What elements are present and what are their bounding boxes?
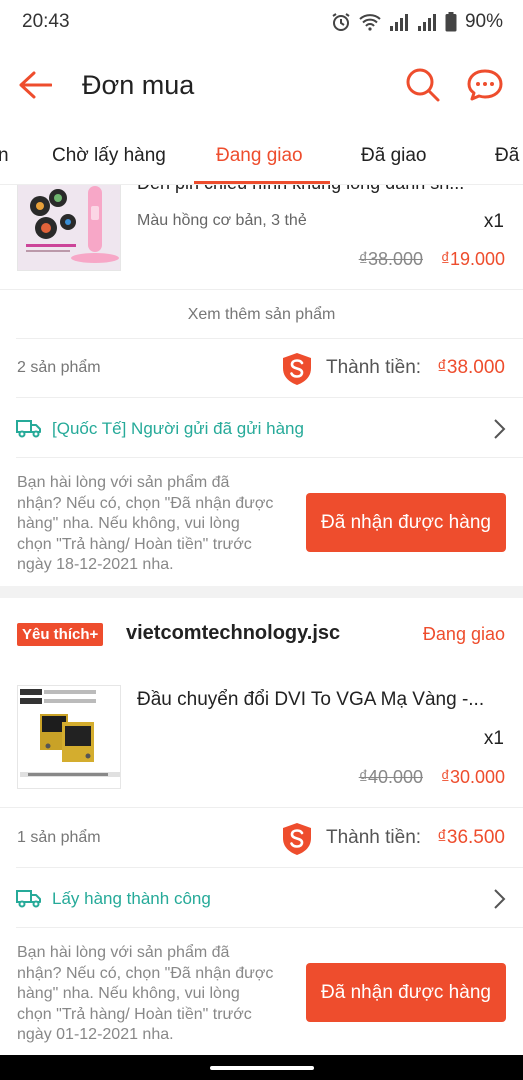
status-bar: 20:43 90% xyxy=(0,0,523,44)
divider xyxy=(0,807,523,808)
favorite-plus-badge: Yêu thích+ xyxy=(17,623,104,646)
search-icon[interactable] xyxy=(403,65,443,105)
sale-price: ₫19.000 xyxy=(440,249,505,269)
order-received-button[interactable]: Đã nhận được hàng xyxy=(306,963,506,1022)
original-price: ₫40.000 xyxy=(358,767,423,787)
tab-delivered[interactable]: Đã giao xyxy=(361,145,427,167)
shipping-status[interactable]: Lấy hàng thành công xyxy=(52,889,211,909)
total-value: ₫38.000 xyxy=(437,357,505,378)
product-count: 1 sản phẩm xyxy=(17,829,101,846)
total-label: Thành tiền: xyxy=(326,357,422,378)
order-received-button[interactable]: Đã nhận được hàng xyxy=(306,493,506,552)
shop-name[interactable]: vietcomtechnology.jsc xyxy=(126,622,340,645)
product-thumbnail[interactable] xyxy=(17,185,121,271)
chat-icon[interactable] xyxy=(465,65,505,105)
battery-level: 90% xyxy=(464,11,503,32)
product-variant: Màu hồng cơ bản, 3 thẻ xyxy=(137,212,307,229)
chevron-right-icon[interactable] xyxy=(492,888,506,910)
product-name: Đèn pin chiếu hình khủng long đánh sh... xyxy=(137,185,464,194)
shopee-guarantee-icon xyxy=(283,353,311,385)
order-list[interactable]: Đèn pin chiếu hình khủng long đánh sh...… xyxy=(0,185,523,1055)
status-time: 20:43 xyxy=(22,11,70,32)
divider xyxy=(16,457,523,458)
original-price: ₫38.000 xyxy=(358,249,423,269)
page-title: Đơn mua xyxy=(82,69,195,100)
more-products-link[interactable]: Xem thêm sản phẩm xyxy=(0,306,523,324)
receipt-note: Bạn hài lòng với sản phẩm đã nhận? Nếu c… xyxy=(17,474,274,573)
divider xyxy=(16,867,523,868)
total-label: Thành tiền: xyxy=(326,827,422,848)
alarm-icon xyxy=(332,13,350,31)
product-quantity: x1 xyxy=(483,211,504,232)
wifi-icon xyxy=(359,14,381,31)
tab-partial-left[interactable]: n xyxy=(0,145,9,167)
product-thumbnail[interactable] xyxy=(17,685,121,789)
shopee-guarantee-icon xyxy=(283,823,311,855)
app-header: Đơn mua xyxy=(0,44,523,126)
divider xyxy=(16,927,523,928)
order-separator xyxy=(0,586,523,598)
truck-icon xyxy=(16,890,41,908)
battery-icon xyxy=(445,12,457,32)
divider xyxy=(16,397,523,398)
tab-partial-right[interactable]: Đã xyxy=(495,145,519,167)
status-icons: 90% xyxy=(331,11,503,33)
order-status: Đang giao xyxy=(422,624,505,644)
signal-icon xyxy=(417,14,436,31)
tab-waiting-pickup[interactable]: Chờ lấy hàng xyxy=(52,145,166,167)
back-arrow-icon[interactable] xyxy=(18,65,58,105)
order-status-tabs: n Chờ lấy hàng Đang giao Đã giao Đã xyxy=(0,128,523,185)
product-name: Đầu chuyển đổi DVI To VGA Mạ Vàng -... xyxy=(137,689,485,710)
divider xyxy=(0,289,523,290)
system-navigation-bar xyxy=(0,1055,523,1080)
total-value: ₫36.500 xyxy=(437,827,505,848)
chevron-right-icon[interactable] xyxy=(492,418,506,440)
divider xyxy=(16,338,523,339)
receipt-note: Bạn hài lòng với sản phẩm đã nhận? Nếu c… xyxy=(17,944,274,1043)
sale-price: ₫30.000 xyxy=(440,767,505,787)
home-gesture-handle[interactable] xyxy=(210,1066,314,1070)
truck-icon xyxy=(16,420,41,438)
tab-shipping[interactable]: Đang giao xyxy=(216,145,303,167)
signal-icon xyxy=(389,14,408,31)
active-tab-indicator xyxy=(194,181,330,184)
shipping-status[interactable]: [Quốc Tế] Người gửi đã gửi hàng xyxy=(52,419,304,439)
product-quantity: x1 xyxy=(483,728,504,749)
product-count: 2 sản phẩm xyxy=(17,359,101,376)
